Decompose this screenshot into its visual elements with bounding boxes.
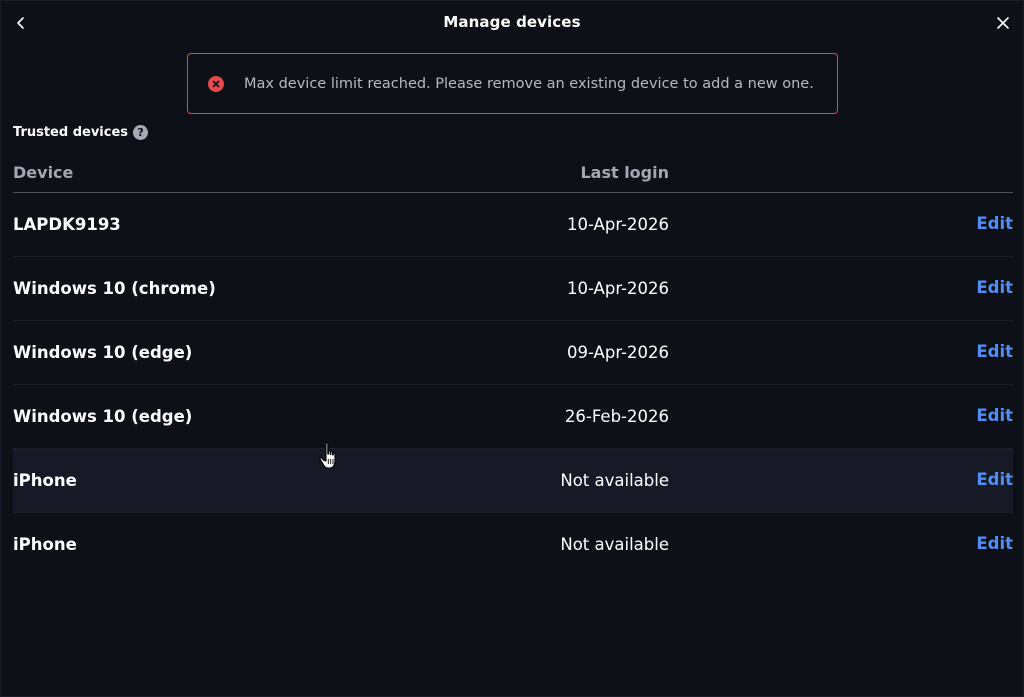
table-row: Windows 10 (chrome) 10-Apr-2026 Edit [13, 257, 1013, 321]
last-login-date: Not available [560, 535, 669, 554]
last-login-date: 26-Feb-2026 [564, 407, 669, 426]
edit-device-link[interactable]: Edit [976, 278, 1013, 297]
last-login-date: 10-Apr-2026 [566, 215, 669, 234]
column-header-device: Device [13, 163, 74, 182]
last-login-date: Not available [560, 471, 669, 490]
trusted-devices-heading: Trusted devices ? [13, 125, 149, 140]
alert-message: Max device limit reached. Please remove … [244, 75, 814, 92]
edit-device-link[interactable]: Edit [976, 534, 1013, 553]
edit-device-link[interactable]: Edit [976, 470, 1013, 489]
dialog-header: Manage devices [1, 1, 1023, 45]
device-name: Windows 10 (chrome) [13, 279, 216, 298]
device-name: Windows 10 (edge) [13, 407, 193, 426]
manage-devices-dialog: Manage devices Max device limit reached.… [0, 0, 1024, 697]
table-row: LAPDK9193 10-Apr-2026 Edit [13, 193, 1013, 257]
column-header-last-login: Last login [580, 163, 669, 182]
last-login-date: 10-Apr-2026 [566, 279, 669, 298]
last-login-date: 09-Apr-2026 [566, 343, 669, 362]
table-row: Windows 10 (edge) 26-Feb-2026 Edit [13, 385, 1013, 449]
device-limit-alert: Max device limit reached. Please remove … [187, 53, 838, 114]
device-name: Windows 10 (edge) [13, 343, 193, 362]
dialog-title: Manage devices [443, 13, 581, 31]
table-row-hovered: iPhone Not available Edit [13, 449, 1013, 513]
close-button[interactable] [991, 11, 1015, 35]
edit-device-link[interactable]: Edit [976, 342, 1013, 361]
device-name: iPhone [13, 471, 77, 490]
table-row: Windows 10 (edge) 09-Apr-2026 Edit [13, 321, 1013, 385]
table-row: iPhone Not available Edit [13, 513, 1013, 576]
edit-device-link[interactable]: Edit [976, 214, 1013, 233]
error-circle-icon [208, 75, 224, 92]
close-icon [997, 17, 1009, 29]
table-header: Device Last login [13, 157, 1013, 193]
device-name: LAPDK9193 [13, 215, 121, 234]
trusted-devices-label: Trusted devices [13, 125, 129, 140]
devices-table: Device Last login LAPDK9193 10-Apr-2026 … [13, 157, 1013, 576]
device-name: iPhone [13, 535, 77, 554]
edit-device-link[interactable]: Edit [976, 406, 1013, 425]
hand-pointer-icon [319, 442, 336, 469]
help-circle-icon[interactable]: ? [133, 125, 149, 140]
